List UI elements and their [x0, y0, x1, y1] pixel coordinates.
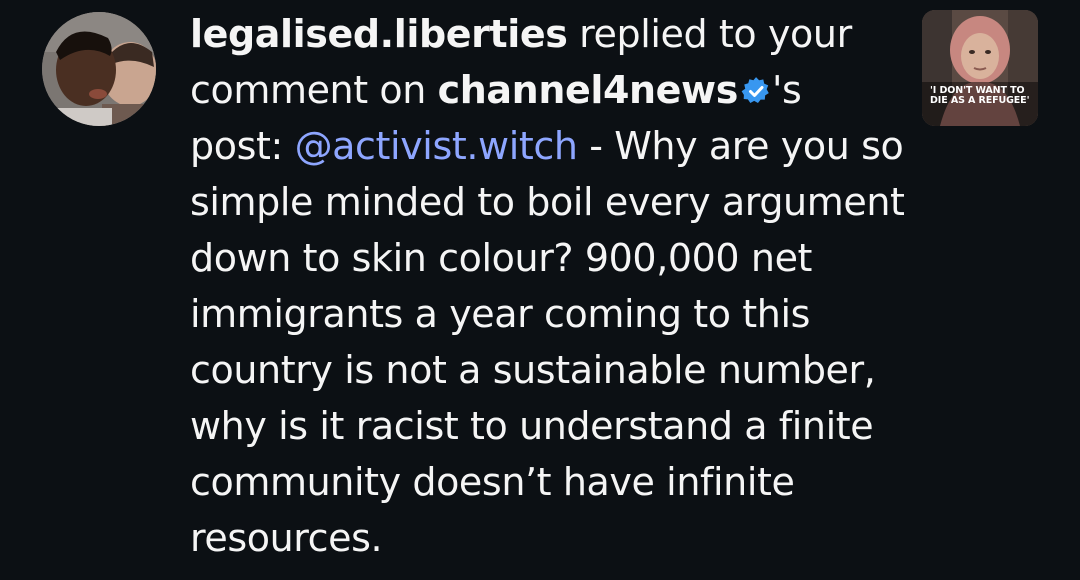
user-avatar[interactable]	[42, 12, 156, 126]
target-account-link[interactable]: channel4news	[438, 68, 739, 112]
post-thumbnail[interactable]: 'I DON'T WANT TO DIE AS A REFUGEE'	[922, 10, 1038, 126]
verified-badge-icon	[741, 77, 769, 103]
username-link[interactable]: legalised.liberties	[190, 12, 568, 56]
mention-at-icon: @	[294, 124, 333, 168]
thumbnail-caption: 'I DON'T WANT TO DIE AS A REFUGEE'	[930, 85, 1030, 106]
notification-text: legalised.liberties replied to your comm…	[190, 6, 905, 566]
activity-notification[interactable]: legalised.liberties replied to your comm…	[0, 0, 1080, 580]
mention-link[interactable]: @activist.witch	[295, 124, 578, 168]
reply-text: - Why are you so simple minded to boil e…	[190, 124, 905, 560]
mention-username: activist.witch	[332, 124, 578, 168]
